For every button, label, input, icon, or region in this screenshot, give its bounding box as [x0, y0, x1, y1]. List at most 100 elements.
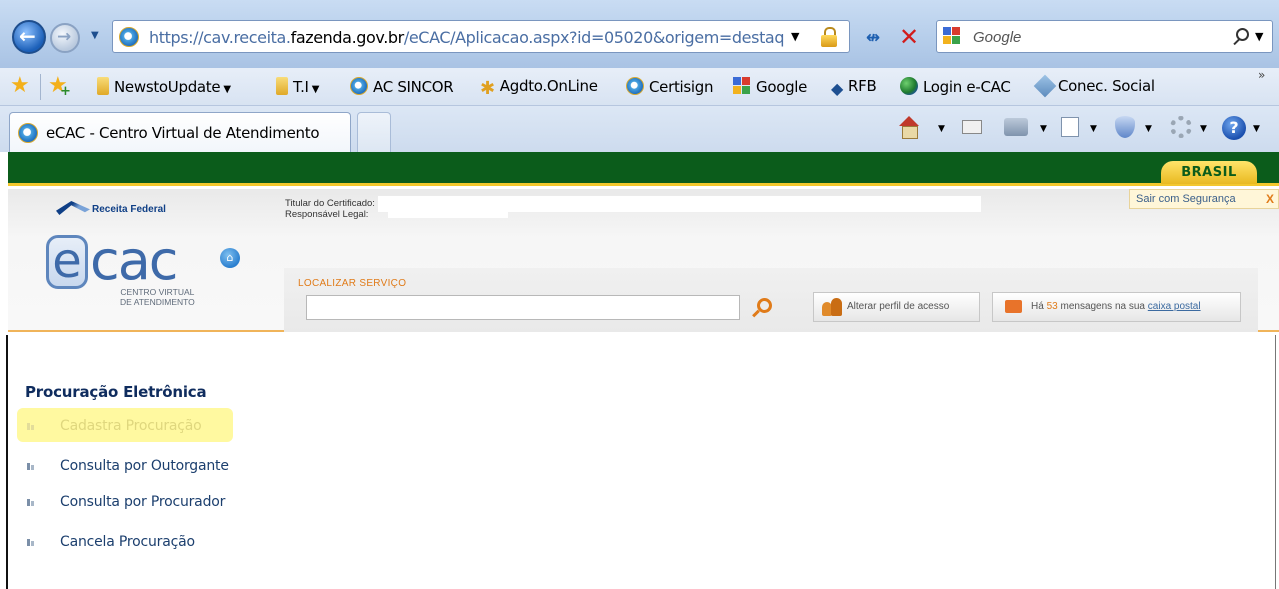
favorite-ac-sincor[interactable]: AC SINCOR: [350, 77, 454, 99]
favorites-bar: ★ ★ NewstoUpdate▼ T.I▼ AC SINCOR ✱Agdto.…: [0, 68, 1279, 106]
new-tab-button[interactable]: [357, 112, 391, 152]
chevron-down-icon[interactable]: ▼: [1200, 124, 1207, 134]
bullet-icon: [27, 499, 34, 506]
service-search-panel: LOCALIZAR SERVIÇO Alterar perfil de aces…: [284, 268, 1258, 332]
mensagens-prefix: Há: [1031, 301, 1044, 312]
lock-icon[interactable]: [821, 27, 837, 47]
alterar-perfil-button[interactable]: Alterar perfil de acesso: [813, 292, 980, 322]
safety-shield-icon[interactable]: [1115, 116, 1135, 138]
more-favorites-icon[interactable]: »: [1258, 68, 1265, 82]
google-icon: [733, 77, 751, 95]
caixa-postal-button[interactable]: Há 53 mensagens na sua caixa postal: [992, 292, 1241, 322]
favorite-conec-social[interactable]: Conec. Social: [1033, 74, 1155, 99]
bullet-icon: [27, 463, 34, 470]
page-menu-icon[interactable]: [1061, 117, 1079, 137]
search-options-dropdown-icon[interactable]: ▼: [1255, 30, 1263, 43]
feeds-icon[interactable]: [962, 120, 982, 134]
recent-pages-dropdown-icon[interactable]: ▼: [91, 30, 99, 41]
favorite-label: NewstoUpdate: [114, 78, 221, 96]
ie-icon: [350, 77, 368, 95]
chevron-down-icon[interactable]: ▼: [1090, 124, 1097, 134]
ecac-logo-cac: cac: [90, 229, 178, 292]
close-icon[interactable]: X: [1266, 190, 1274, 208]
refresh-icon[interactable]: ↮: [858, 24, 888, 52]
favorite-google[interactable]: Google: [733, 77, 807, 99]
ie-page-icon: [119, 27, 139, 47]
rfb-icon: ◆: [831, 79, 844, 98]
ie-page-icon: [18, 123, 38, 143]
cert-responsavel-label: Responsável Legal:: [285, 209, 369, 220]
browser-address-bar: ▼ https://cav.receita.fazenda.gov.br/eCA…: [0, 0, 1279, 68]
cert-titular-label: Titular do Certificado:: [285, 198, 375, 209]
service-search-input[interactable]: [306, 295, 740, 320]
home-icon[interactable]: ⌂: [220, 248, 240, 268]
favorite-rfb[interactable]: ◆ RFB: [831, 77, 877, 99]
menu-item-cadastra-procuracao[interactable]: Cadastra Procuração: [27, 418, 202, 434]
back-button[interactable]: [12, 20, 46, 54]
tab-bar: eCAC - Centro Virtual de Atendimento ▼ ▼…: [0, 106, 1279, 152]
menu-item-consulta-procurador[interactable]: Consulta por Procurador: [27, 494, 225, 510]
menu-item-cancela-procuracao[interactable]: Cancela Procuração: [27, 534, 195, 550]
gov-bar: BRASIL: [8, 152, 1279, 186]
search-provider-placeholder: Google: [973, 29, 1022, 46]
tools-gear-icon[interactable]: [1170, 116, 1192, 138]
forward-button[interactable]: [50, 23, 80, 53]
mensagens-middle: mensagens na sua: [1060, 301, 1145, 312]
receita-federal-logo[interactable]: Receita Federal: [56, 201, 166, 215]
chevron-down-icon[interactable]: ▼: [938, 124, 945, 134]
bullet-icon: [27, 423, 34, 430]
favorite-login-ecac[interactable]: Login e-CAC: [900, 77, 1011, 99]
ie-icon: [626, 77, 644, 95]
section-title: Procuração Eletrônica: [25, 383, 207, 401]
content-left-border: [6, 335, 8, 589]
search-icon[interactable]: [751, 297, 772, 317]
chevron-down-icon: ▼: [223, 84, 231, 95]
bullet-icon: [27, 539, 34, 546]
favorite-certisign[interactable]: Certisign: [626, 77, 714, 99]
brasil-badge[interactable]: BRASIL: [1161, 161, 1257, 184]
favorite-label: T.I: [293, 78, 309, 96]
ecac-logo-subtitle: CENTRO VIRTUAL DE ATENDIMENTO: [120, 287, 195, 307]
add-favorite-icon[interactable]: ★: [48, 75, 71, 104]
print-icon[interactable]: [1004, 118, 1028, 136]
content-right-border: [1275, 335, 1276, 589]
stop-icon[interactable]: ✕: [894, 22, 924, 52]
ecac-header: Receita Federal e cac CENTRO VIRTUAL DE A…: [8, 189, 1279, 332]
favorites-star-icon[interactable]: ★: [10, 75, 30, 97]
url-input[interactable]: https://cav.receita.fazenda.gov.br/eCAC/…: [112, 20, 850, 53]
ecac-logo: e cac CENTRO VIRTUAL DE ATENDIMENTO: [46, 229, 196, 315]
url-domain: fazenda.gov.br: [290, 28, 405, 47]
home-icon[interactable]: [897, 116, 921, 140]
url-dropdown-icon[interactable]: ▼: [791, 30, 799, 43]
favorite-newstoupdate[interactable]: NewstoUpdate ▼: [97, 77, 231, 99]
caixa-postal-link[interactable]: caixa postal: [1148, 301, 1201, 312]
help-icon[interactable]: ?: [1222, 116, 1246, 140]
globe-icon: [900, 77, 918, 95]
alterar-perfil-label: Alterar perfil de acesso: [847, 301, 950, 312]
chevron-down-icon[interactable]: ▼: [1040, 124, 1047, 134]
ecac-logo-e: e: [46, 235, 88, 289]
menu-item-consulta-outorgante[interactable]: Consulta por Outorgante: [27, 458, 229, 474]
star-icon: ✱: [480, 78, 495, 99]
receita-logo-text: Receita Federal: [92, 204, 166, 215]
receita-logo-mark-icon: [56, 201, 90, 215]
search-input[interactable]: Google ▼: [936, 20, 1273, 53]
favorite-agdto-online[interactable]: ✱ Agdto.OnLine: [480, 77, 598, 99]
favorite-label: AC SINCOR: [373, 78, 454, 96]
favorite-label: RFB: [848, 77, 877, 95]
url-text[interactable]: https://cav.receita.fazenda.gov.br/eCAC/…: [149, 28, 785, 47]
google-icon[interactable]: [943, 27, 961, 45]
search-icon[interactable]: [1231, 27, 1249, 45]
menu-item-label: Consulta por Procurador: [60, 494, 226, 510]
chevron-down-icon[interactable]: ▼: [1253, 124, 1260, 134]
favorite-ti[interactable]: T.I ▼: [276, 77, 319, 99]
chevron-down-icon: ▼: [311, 84, 320, 95]
mensagens-count: 53: [1046, 301, 1058, 312]
tab-ecac[interactable]: eCAC - Centro Virtual de Atendimento: [9, 112, 351, 152]
favorite-label: Agdto.OnLine: [499, 77, 598, 95]
chevron-down-icon[interactable]: ▼: [1145, 124, 1152, 134]
favorite-label: Conec. Social: [1058, 77, 1155, 95]
sair-com-seguranca-link[interactable]: Sair com Segurança X: [1129, 189, 1279, 209]
menu-item-label: Cancela Procuração: [60, 534, 195, 550]
favorite-label: Login e-CAC: [923, 78, 1011, 96]
